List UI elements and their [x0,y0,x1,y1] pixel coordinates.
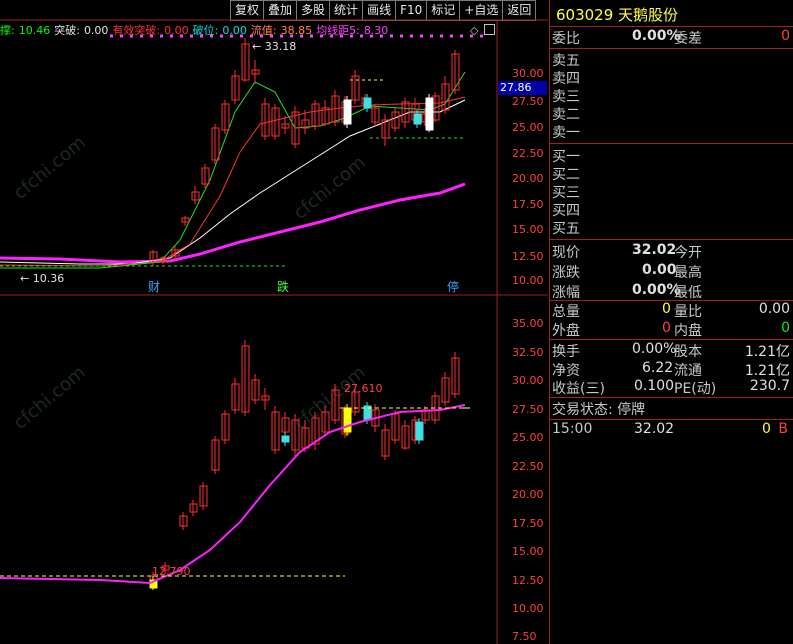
tick-volume: 0 [762,421,771,437]
candle-body [281,435,290,443]
sell5-label: 卖五 [552,53,580,69]
huanshou-value: 0.00% [632,341,677,357]
tick-price: 32.02 [634,421,675,437]
axis-label: 32.50 [512,346,544,359]
axis-label: 10.00 [512,274,544,287]
event-die: 跌 [277,279,289,294]
waipan-label: 外盘 [552,323,580,339]
watermark-text: cfchi.com [290,152,370,224]
stock-title: 603029 天鹅股份 [556,4,790,24]
shouyi-value: 0.100 [634,378,675,394]
upper-candles [149,38,460,266]
neipan-label: 内盘 [674,323,702,339]
low-label: ← 10.36 [20,272,64,285]
axis-label: 25.00 [512,431,544,444]
neipan-value: 0 [781,320,790,336]
axis-label: 27.50 [512,403,544,416]
waipan-value: 0 [662,320,671,336]
stock-code: 603029 [556,6,614,24]
sell3-label: 卖三 [552,89,580,105]
lower-candles [149,340,460,590]
axis-label: 22.50 [512,460,544,473]
annot-12790: 12.790 [152,565,191,578]
candle-body [343,99,352,125]
axis-label: 20.00 [512,488,544,501]
sell4-label: 卖四 [552,71,580,87]
liutong-value: 1.21亿 [744,363,790,379]
axis-label: 15.00 [512,223,544,236]
kline-chart[interactable]: cfchi.com cfchi.com cfchi.com cfchi.com … [0,0,548,644]
zhangdie-label: 涨跌 [552,265,580,281]
tick-side: B [778,421,788,437]
xianjia-value: 32.02 [632,242,677,258]
pe-value: 230.7 [749,378,790,394]
high-label: ← 33.18 [252,40,296,53]
jingzi-value: 6.22 [642,360,674,376]
axis-label: 7.50 [512,630,537,643]
axis-label: 35.00 [512,317,544,330]
axis-label: 27.50 [512,95,544,108]
zuidi-label: 最低 [674,285,702,301]
buy2-label: 买二 [552,167,580,183]
zhangdie-value: 0.00 [642,262,677,278]
axis-label: 30.00 [512,67,544,80]
weicha-value: 0 [781,28,790,44]
annot-27610: 27.610 [344,382,383,395]
zuigao-label: 最高 [674,265,702,281]
jinkai-label: 今开 [674,245,702,261]
guben-value: 1.21亿 [744,344,790,360]
event-cai: 财 [148,280,160,294]
candle-body [363,97,372,109]
huanshou-label: 换手 [552,344,580,360]
jingzi-label: 净资 [552,363,580,379]
status-value: 停牌 [617,402,646,418]
axis-label: 15.00 [512,545,544,558]
liangbi-label: 量比 [674,304,702,320]
liangbi-value: 0.00 [758,301,790,317]
watermark-text: cfchi.com [10,132,90,204]
guben-label: 股本 [674,344,702,360]
stock-name: 天鹅股份 [618,6,679,24]
axis-label: 12.50 [512,574,544,587]
sell1-label: 卖一 [552,125,580,141]
buy1-label: 买一 [552,149,580,165]
xianjia-label: 现价 [552,245,580,261]
zongliang-label: 总量 [552,304,580,320]
tick-row: 15:00 32.02 0 B [552,421,790,441]
candle-body [413,113,422,125]
axis-label: 17.50 [512,198,544,211]
candle-body [343,407,352,433]
axis-label: 22.50 [512,147,544,160]
candle-body [415,421,424,441]
ma-line-magenta [0,182,466,264]
liutong-label: 流通 [674,363,702,379]
quote-panel: 603029 天鹅股份 委比 0.00% 委差 0 卖五 卖四 卖三 卖二 卖一… [549,0,793,644]
tick-time: 15:00 [552,421,593,437]
axis-label: 10.00 [512,602,544,615]
watermark-text: cfchi.com [10,362,90,434]
weicha-label: 委差 [674,31,702,47]
buy4-label: 买四 [552,203,580,219]
status-label: 交易状态: [552,402,613,418]
pe-label: PE(动) [674,381,717,397]
shouyi-label: 收益(三) [552,381,605,397]
axis-label: 17.50 [512,517,544,530]
axis-label: 20.00 [512,172,544,185]
candle-body [425,97,434,131]
current-price-tag: 27.86 [498,81,547,95]
sell2-label: 卖二 [552,107,580,123]
ma-line-green [0,71,466,269]
weibi-label: 委比 [552,31,580,47]
zhangfu-label: 涨幅 [552,285,580,301]
axis-label: 25.00 [512,121,544,134]
buy3-label: 买三 [552,185,580,201]
buy5-label: 买五 [552,221,580,237]
axis-label: 30.00 [512,374,544,387]
zongliang-value: 0 [662,301,671,317]
event-ting: 停 [447,279,459,294]
axis-label: 12.50 [512,250,544,263]
